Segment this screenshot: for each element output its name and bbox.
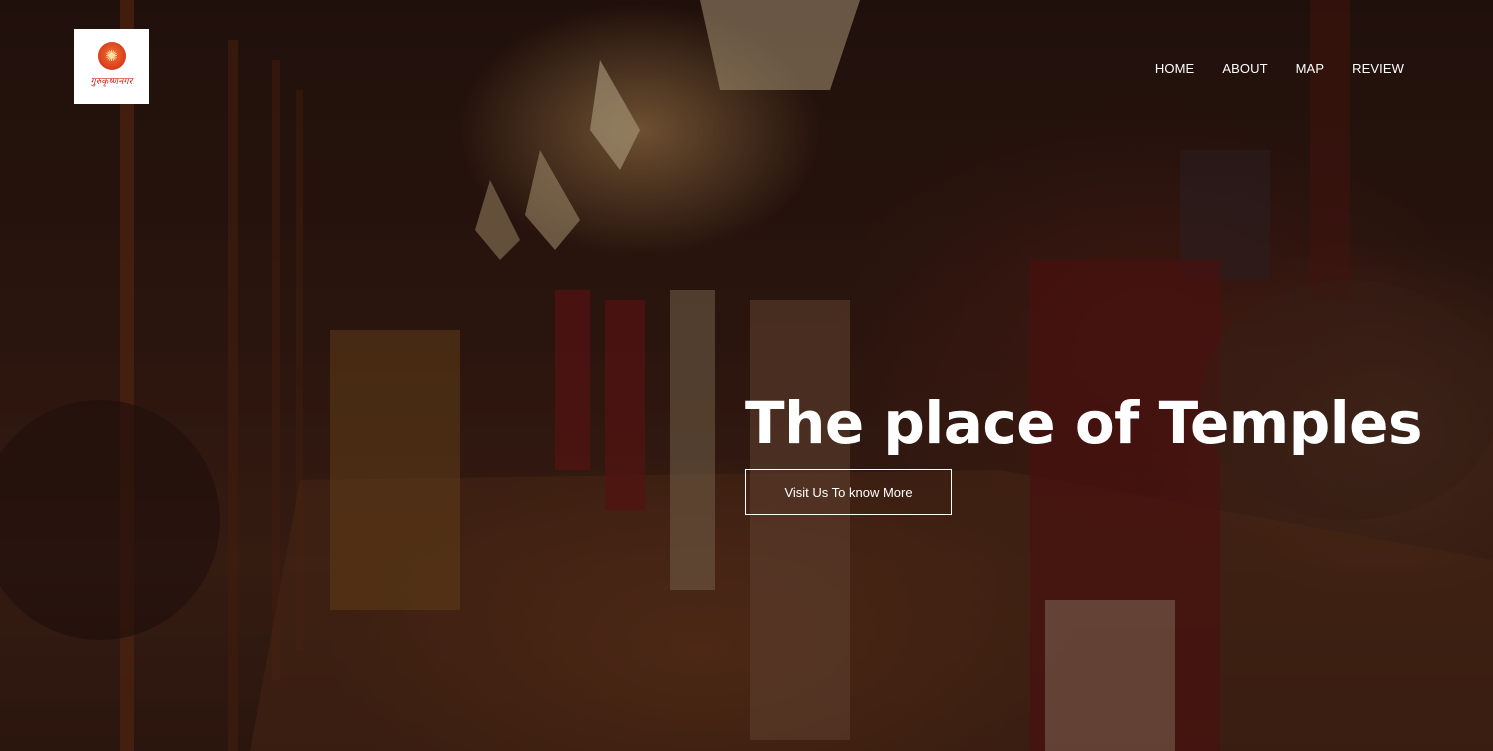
dark-overlay: [0, 0, 1493, 751]
hero-section: ✺ गुरुकृष्णनगर HOME ABOUT MAP REVIEW The…: [0, 0, 1493, 751]
main-nav: HOME ABOUT MAP REVIEW: [1155, 61, 1404, 76]
nav-item-map[interactable]: MAP: [1296, 61, 1324, 76]
temple-emblem-icon: ✺: [97, 42, 126, 70]
site-logo[interactable]: ✺ गुरुकृष्णनगर: [74, 29, 149, 104]
nav-item-review[interactable]: REVIEW: [1352, 61, 1404, 76]
visit-us-button[interactable]: Visit Us To know More: [745, 469, 952, 515]
hero-headline: The place of Temples: [745, 389, 1423, 457]
nav-item-about[interactable]: ABOUT: [1222, 61, 1267, 76]
nav-item-home[interactable]: HOME: [1155, 61, 1194, 76]
logo-text: गुरुकृष्णनगर: [90, 77, 133, 87]
